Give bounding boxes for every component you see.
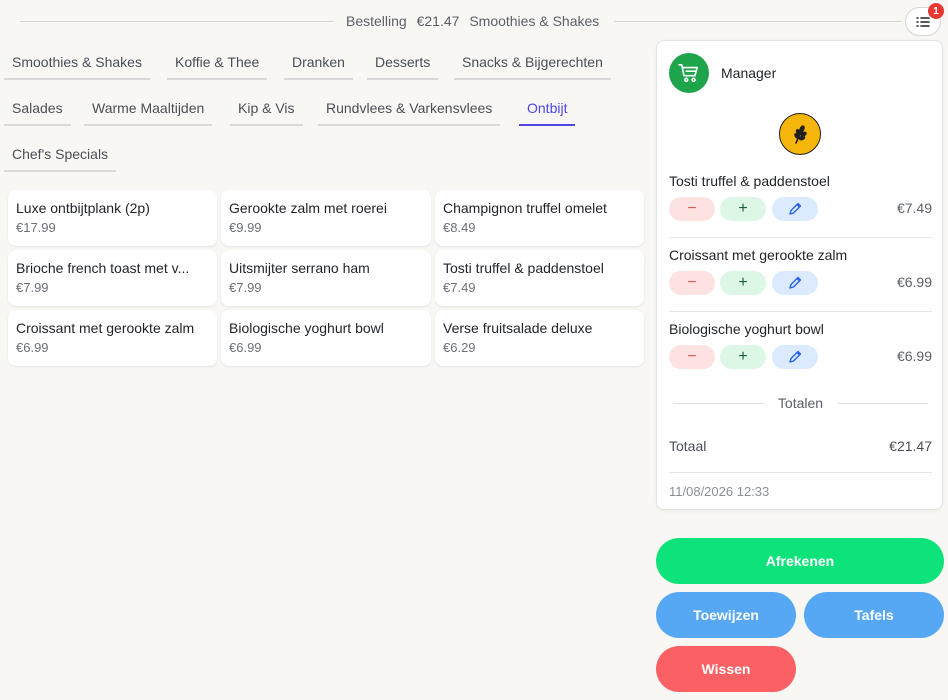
product-name: Champignon truffel omelet <box>443 200 607 216</box>
shopping-cart-icon <box>678 63 699 83</box>
product-name: Croissant met gerookte zalm <box>16 320 195 336</box>
product-grid: Luxe ontbijtplank (2p) €17.99 Gerookte za… <box>8 190 644 366</box>
edit-button[interactable] <box>772 271 818 295</box>
top-divider-left <box>20 21 334 22</box>
top-divider-right <box>614 21 902 22</box>
category-badge <box>779 113 821 155</box>
increase-button[interactable]: + <box>720 345 766 369</box>
totals-header: Totalen <box>669 395 932 411</box>
product-price: €8.49 <box>443 220 476 235</box>
product-name: Tosti truffel & paddenstoel <box>443 260 604 276</box>
product-card[interactable]: Champignon truffel omelet €8.49 <box>435 190 644 246</box>
line-item-name: Croissant met gerookte zalm <box>669 247 848 263</box>
product-price: €7.99 <box>229 280 262 295</box>
product-name: Gerookte zalm met roerei <box>229 200 387 216</box>
pencil-icon <box>789 202 802 215</box>
product-price: €6.99 <box>229 340 262 355</box>
product-card[interactable]: Biologische yoghurt bowl €6.99 <box>221 310 431 366</box>
wheat-icon <box>794 125 807 144</box>
product-name: Biologische yoghurt bowl <box>229 320 384 336</box>
divider <box>838 403 928 404</box>
increase-button[interactable]: + <box>720 197 766 221</box>
line-item-name: Biologische yoghurt bowl <box>669 321 824 337</box>
order-line-item: Croissant met gerookte zalm − + €6.99 <box>669 247 932 295</box>
divider <box>669 311 932 312</box>
product-price: €17.99 <box>16 220 56 235</box>
checkout-button[interactable]: Afrekenen <box>656 538 944 584</box>
total-label: Totaal <box>669 438 707 454</box>
tab-salades[interactable]: Salades <box>4 92 71 126</box>
order-total: €21.47 <box>416 13 460 29</box>
product-price: €7.49 <box>443 280 476 295</box>
product-name: Brioche french toast met v... <box>16 260 190 276</box>
line-item-price: €7.49 <box>896 200 932 216</box>
tab-koffie-thee[interactable]: Koffie & Thee <box>167 46 268 80</box>
user-name: Manager <box>721 65 777 81</box>
decrease-button[interactable]: − <box>669 197 715 221</box>
current-category: Smoothies & Shakes <box>469 13 600 29</box>
product-card[interactable]: Croissant met gerookte zalm €6.99 <box>8 310 217 366</box>
clear-button[interactable]: Wissen <box>656 646 796 692</box>
order-line-item: Biologische yoghurt bowl − + €6.99 <box>669 321 932 369</box>
order-summary: Bestelling €21.47 Smoothies & Shakes <box>346 13 605 29</box>
edit-button[interactable] <box>772 197 818 221</box>
tab-desserts[interactable]: Desserts <box>367 46 439 80</box>
product-card[interactable]: Brioche french toast met v... €7.99 <box>8 250 217 306</box>
product-name: Verse fruitsalade deluxe <box>443 320 593 336</box>
increase-button[interactable]: + <box>720 271 766 295</box>
tab-kip-vis[interactable]: Kip & Vis <box>230 92 303 126</box>
product-card[interactable]: Verse fruitsalade deluxe €6.29 <box>435 310 644 366</box>
list-icon <box>916 16 930 27</box>
product-name: Uitsmijter serrano ham <box>229 260 370 276</box>
product-card[interactable]: Uitsmijter serrano ham €7.99 <box>221 250 431 306</box>
total-row: Totaal €21.47 <box>669 438 932 454</box>
line-item-name: Tosti truffel & paddenstoel <box>669 173 830 189</box>
cart-avatar <box>669 53 709 93</box>
divider <box>669 237 932 238</box>
product-card[interactable]: Gerookte zalm met roerei €9.99 <box>221 190 431 246</box>
tab-chefs-specials[interactable]: Chef's Specials <box>4 138 117 172</box>
product-price: €6.29 <box>443 340 476 355</box>
pencil-icon <box>789 276 802 289</box>
order-timestamp: 11/08/2026 12:33 <box>669 484 770 499</box>
tab-dranken[interactable]: Dranken <box>284 46 353 80</box>
divider <box>669 472 932 473</box>
tab-rundvlees-varkensvlees[interactable]: Rundvlees & Varkensvlees <box>318 92 501 126</box>
order-line-item: Tosti truffel & paddenstoel − + €7.49 <box>669 173 932 221</box>
line-item-price: €6.99 <box>896 348 932 364</box>
notification-badge: 1 <box>928 3 944 19</box>
edit-button[interactable] <box>772 345 818 369</box>
tables-button[interactable]: Tafels <box>804 592 944 638</box>
product-price: €6.99 <box>16 340 49 355</box>
tab-warme-maaltijden[interactable]: Warme Maaltijden <box>84 92 213 126</box>
decrease-button[interactable]: − <box>669 345 715 369</box>
decrease-button[interactable]: − <box>669 271 715 295</box>
top-bar: Bestelling €21.47 Smoothies & Shakes 1 <box>0 0 948 44</box>
tab-ontbijt[interactable]: Ontbijt <box>519 92 576 126</box>
product-card[interactable]: Luxe ontbijtplank (2p) €17.99 <box>8 190 217 246</box>
order-label: Bestelling <box>346 13 407 29</box>
total-value: €21.47 <box>889 438 932 454</box>
order-panel: Manager Tosti truffel & paddenstoel − + … <box>656 40 943 510</box>
tab-smoothies-shakes[interactable]: Smoothies & Shakes <box>4 46 150 80</box>
pencil-icon <box>789 350 802 363</box>
line-item-price: €6.99 <box>896 274 932 290</box>
product-price: €9.99 <box>229 220 262 235</box>
product-card[interactable]: Tosti truffel & paddenstoel €7.49 <box>435 250 644 306</box>
tab-snacks-bijgerechten[interactable]: Snacks & Bijgerechten <box>454 46 611 80</box>
assign-button[interactable]: Toewijzen <box>656 592 796 638</box>
product-price: €7.99 <box>16 280 49 295</box>
product-name: Luxe ontbijtplank (2p) <box>16 200 150 216</box>
